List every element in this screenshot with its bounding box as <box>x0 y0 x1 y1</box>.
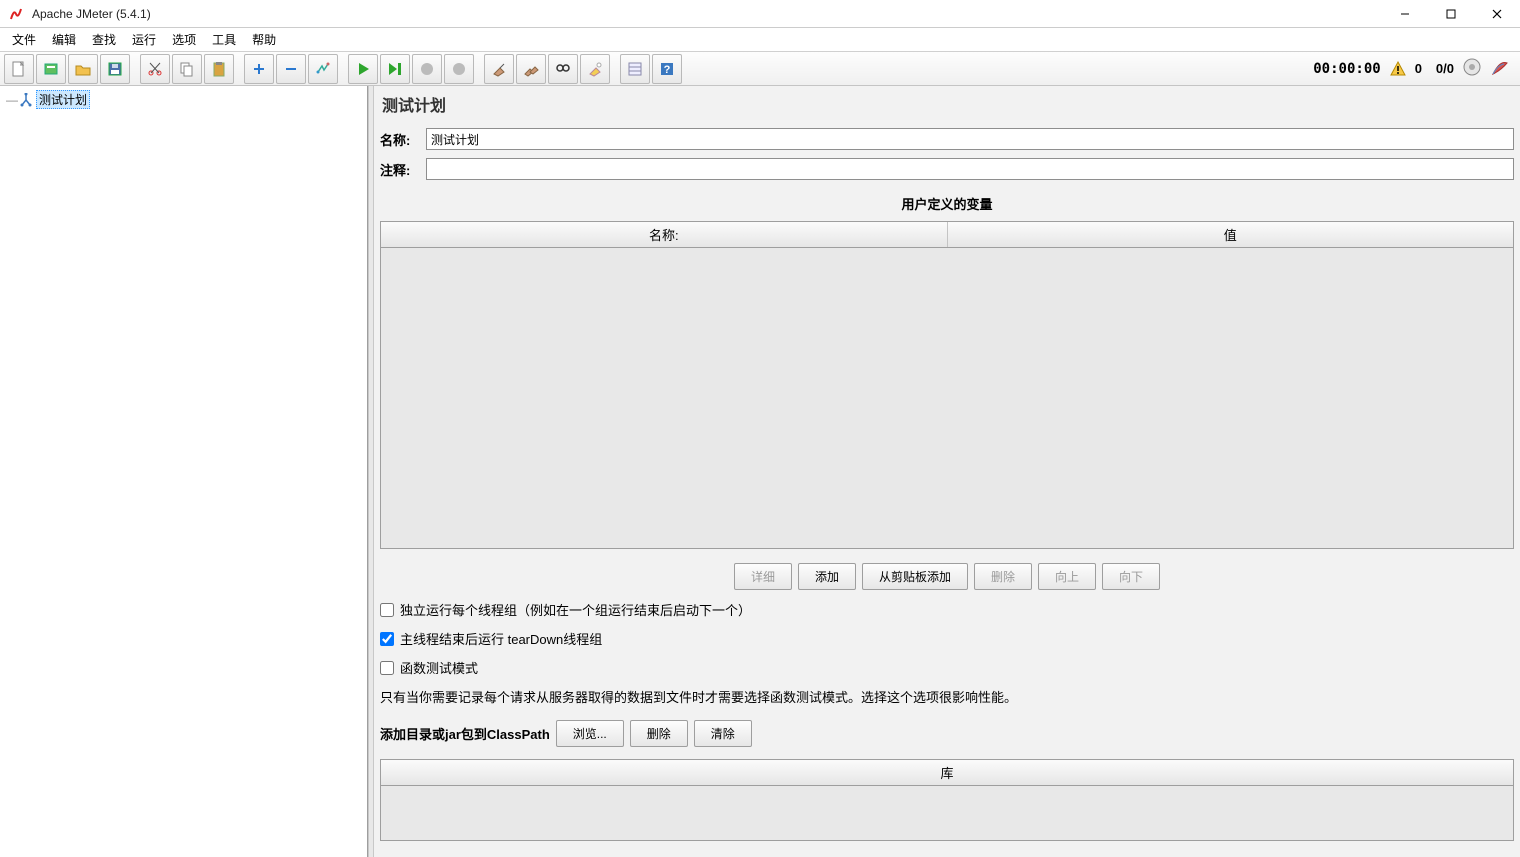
teardown-checkbox-label: 主线程结束后运行 tearDown线程组 <box>400 629 602 648</box>
testplan-icon <box>18 92 34 108</box>
serial-checkbox-label: 独立运行每个线程组（例如在一个组运行结束后启动下一个） <box>400 600 751 619</box>
serial-checkbox-row[interactable]: 独立运行每个线程组（例如在一个组运行结束后启动下一个） <box>380 600 1514 619</box>
main-area: — 测试计划 测试计划 名称: 注释: 用户定义的变量 名称: 值 详细 <box>0 86 1520 857</box>
menu-help[interactable]: 帮助 <box>244 29 284 50</box>
window-title: Apache JMeter (5.4.1) <box>32 7 1382 21</box>
menu-options[interactable]: 选项 <box>164 29 204 50</box>
classpath-row: 添加目录或jar包到ClassPath 浏览... 删除 清除 <box>380 720 1514 747</box>
detail-button[interactable]: 详细 <box>734 563 792 590</box>
tree-root-row[interactable]: — 测试计划 <box>6 90 361 109</box>
tree-root-label[interactable]: 测试计划 <box>36 90 90 109</box>
toolbar-start-notimers-button[interactable] <box>380 54 410 84</box>
functest-note: 只有当你需要记录每个请求从服务器取得的数据到文件时才需要选择函数测试模式。选择这… <box>380 687 1514 706</box>
vars-table-header: 名称: 值 <box>381 222 1513 248</box>
down-button[interactable]: 向下 <box>1102 563 1160 590</box>
add-button[interactable]: 添加 <box>798 563 856 590</box>
toolbar-stop-button[interactable] <box>412 54 442 84</box>
toolbar-cut-button[interactable] <box>140 54 170 84</box>
menu-tools[interactable]: 工具 <box>204 29 244 50</box>
library-header[interactable]: 库 <box>381 760 1513 786</box>
threads-icon <box>1462 57 1482 80</box>
toolbar-search-button[interactable] <box>548 54 578 84</box>
comment-input[interactable] <box>426 158 1514 180</box>
toolbar-save-button[interactable] <box>100 54 130 84</box>
menu-run[interactable]: 运行 <box>124 29 164 50</box>
window-close-button[interactable] <box>1474 0 1520 28</box>
toolbar-toggle-button[interactable] <box>308 54 338 84</box>
toolbar-start-button[interactable] <box>348 54 378 84</box>
status-warn-count: 0 <box>1415 61 1422 76</box>
comment-row: 注释: <box>380 158 1514 180</box>
vars-button-row: 详细 添加 从剪贴板添加 删除 向上 向下 <box>380 563 1514 590</box>
menu-search[interactable]: 查找 <box>84 29 124 50</box>
vars-table-body[interactable] <box>381 248 1513 548</box>
name-input[interactable] <box>426 128 1514 150</box>
cp-clear-button[interactable]: 清除 <box>694 720 752 747</box>
vars-section-header: 用户定义的变量 <box>380 194 1514 213</box>
toolbar-paste-button[interactable] <box>204 54 234 84</box>
vars-table: 名称: 值 <box>380 221 1514 549</box>
toolbar-expand-button[interactable] <box>244 54 274 84</box>
name-row: 名称: <box>380 128 1514 150</box>
window-minimize-button[interactable] <box>1382 0 1428 28</box>
toolbar-new-button[interactable] <box>4 54 34 84</box>
serial-checkbox[interactable] <box>380 603 394 617</box>
delete-button[interactable]: 删除 <box>974 563 1032 590</box>
toolbar-templates-button[interactable] <box>36 54 66 84</box>
toolbar-reset-search-button[interactable] <box>580 54 610 84</box>
feather-icon <box>1490 57 1510 80</box>
toolbar-function-helper-button[interactable] <box>620 54 650 84</box>
toolbar-help-button[interactable]: ? <box>652 54 682 84</box>
menubar: 文件 编辑 查找 运行 选项 工具 帮助 <box>0 28 1520 52</box>
toolbar-copy-button[interactable] <box>172 54 202 84</box>
toolbar-open-button[interactable] <box>68 54 98 84</box>
browse-button[interactable]: 浏览... <box>556 720 624 747</box>
status-timer: 00:00:00 <box>1313 61 1380 77</box>
toolbar: ? 00:00:00 0 0/0 <box>0 52 1520 86</box>
vars-col-name[interactable]: 名称: <box>381 222 948 247</box>
toolbar-collapse-button[interactable] <box>276 54 306 84</box>
app-icon <box>6 4 26 24</box>
teardown-checkbox-row[interactable]: 主线程结束后运行 tearDown线程组 <box>380 629 1514 648</box>
tree-toggle-icon[interactable]: — <box>6 93 16 107</box>
functest-checkbox[interactable] <box>380 661 394 675</box>
panel-title: 测试计划 <box>382 92 1514 116</box>
toolbar-clear-button[interactable] <box>484 54 514 84</box>
vars-col-value[interactable]: 值 <box>948 222 1514 247</box>
warning-icon[interactable] <box>1389 60 1407 78</box>
teardown-checkbox[interactable] <box>380 632 394 646</box>
library-table: 库 <box>380 759 1514 841</box>
menu-file[interactable]: 文件 <box>4 29 44 50</box>
functest-checkbox-label: 函数测试模式 <box>400 658 478 677</box>
svg-text:?: ? <box>664 64 671 76</box>
classpath-label: 添加目录或jar包到ClassPath <box>380 724 550 743</box>
comment-label: 注释: <box>380 160 420 179</box>
menu-edit[interactable]: 编辑 <box>44 29 84 50</box>
toolbar-shutdown-button[interactable] <box>444 54 474 84</box>
name-label: 名称: <box>380 130 420 149</box>
up-button[interactable]: 向上 <box>1038 563 1096 590</box>
titlebar: Apache JMeter (5.4.1) <box>0 0 1520 28</box>
library-body[interactable] <box>381 786 1513 840</box>
toolbar-clearall-button[interactable] <box>516 54 546 84</box>
status-thread-ratio: 0/0 <box>1436 61 1454 76</box>
functest-checkbox-row[interactable]: 函数测试模式 <box>380 658 1514 677</box>
tree-pane[interactable]: — 测试计划 <box>0 86 368 857</box>
add-from-clipboard-button[interactable]: 从剪贴板添加 <box>862 563 968 590</box>
cp-delete-button[interactable]: 删除 <box>630 720 688 747</box>
content-pane: 测试计划 名称: 注释: 用户定义的变量 名称: 值 详细 添加 从剪贴板添加 … <box>374 86 1520 857</box>
window-maximize-button[interactable] <box>1428 0 1474 28</box>
